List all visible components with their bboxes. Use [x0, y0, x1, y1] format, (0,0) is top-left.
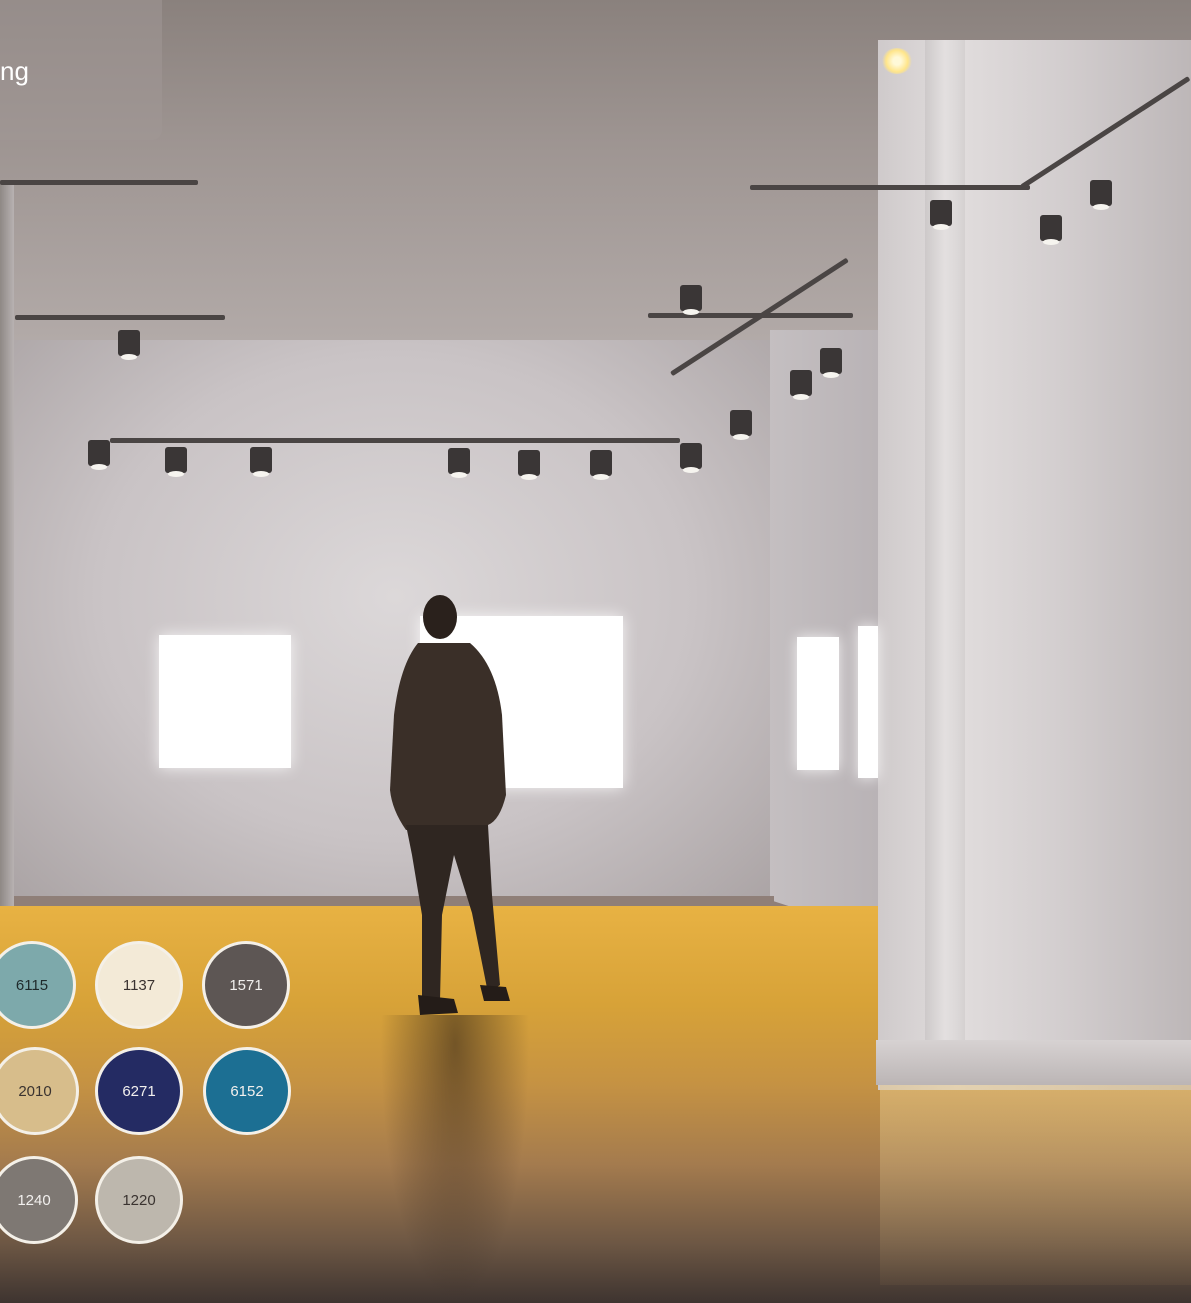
color-swatch-1571[interactable]: 1571: [202, 941, 290, 1029]
pillar-base: [876, 1040, 1191, 1085]
swatch-code: 6115: [15, 976, 49, 994]
light-track: [15, 315, 225, 320]
artwork-frame: [159, 635, 291, 768]
swatch-code: 6152: [230, 1082, 264, 1100]
swatch-code: 1137: [122, 976, 156, 994]
spotlight: [250, 447, 272, 477]
spotlight: [88, 440, 110, 470]
color-swatch-1137[interactable]: 1137: [95, 941, 183, 1029]
light-track: [648, 313, 853, 318]
light-track: [750, 185, 1030, 190]
swatch-code: 1240: [17, 1191, 51, 1209]
spotlight: [518, 450, 540, 480]
floor-reflection: [880, 1085, 1191, 1285]
swatch-code: 1220: [122, 1191, 156, 1209]
left-wall-edge: [0, 180, 14, 940]
color-swatch-1220[interactable]: 1220: [95, 1156, 183, 1244]
visitor-silhouette: [390, 595, 510, 1015]
spotlight: [820, 348, 842, 378]
spotlight: [590, 450, 612, 480]
spotlight: [448, 448, 470, 478]
spotlight: [118, 330, 140, 360]
spotlight: [730, 410, 752, 440]
pillar-corner: [925, 40, 965, 1070]
spotlight: [790, 370, 812, 400]
color-swatch-6152[interactable]: 6152: [203, 1047, 291, 1135]
swatch-code: 6271: [122, 1082, 156, 1100]
spotlight: [930, 200, 952, 230]
artwork-frame: [858, 626, 878, 778]
artwork-frame: [797, 637, 839, 770]
light-track: [110, 438, 680, 443]
spotlight: [1090, 180, 1112, 210]
swatch-code: 1571: [229, 976, 263, 994]
spotlight: [165, 447, 187, 477]
title-panel: ng: [0, 0, 162, 140]
light-track: [0, 180, 198, 185]
panel-title: ng: [0, 56, 29, 86]
spotlight: [680, 285, 702, 315]
spotlight: [1040, 215, 1062, 245]
visitor-shadow: [380, 1015, 530, 1303]
swatch-code: 2010: [18, 1082, 52, 1100]
color-swatch-6271[interactable]: 6271: [95, 1047, 183, 1135]
ceiling-light: [882, 48, 912, 74]
spotlight: [680, 443, 702, 473]
